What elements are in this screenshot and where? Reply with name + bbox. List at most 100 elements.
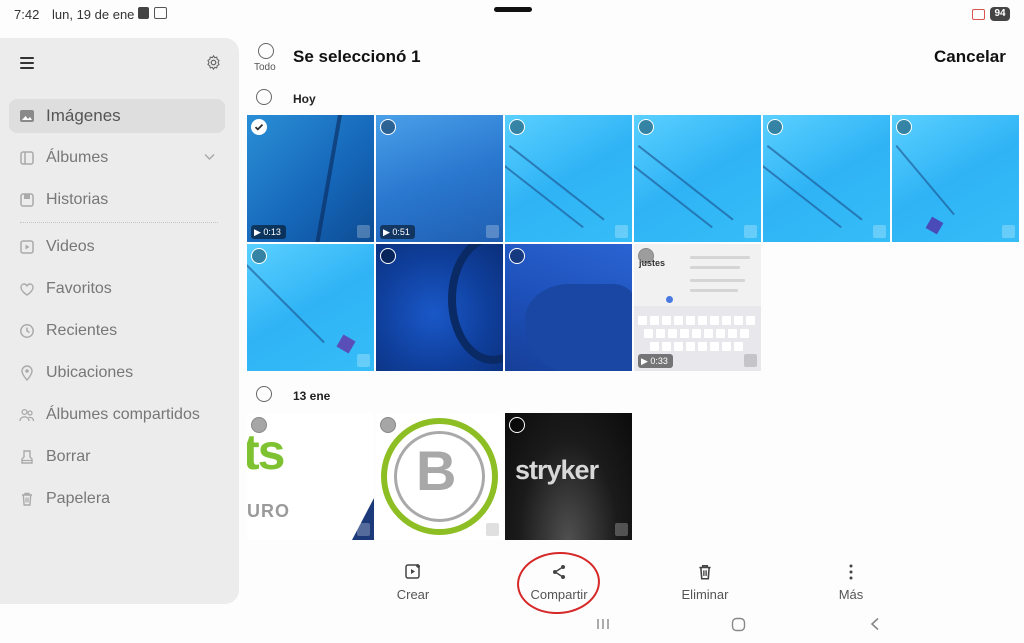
select-checkbox[interactable] (509, 248, 525, 264)
cast-icon (972, 9, 985, 20)
gallery-screen: 7:42 lun, 19 de ene 94 Imágenes Álbumes … (0, 0, 1024, 643)
logo-text: B (416, 439, 457, 502)
sidebar-item-videos[interactable]: Videos (9, 230, 225, 264)
chevron-down-icon[interactable] (204, 153, 215, 161)
sidebar-item-shared-albums[interactable]: Álbumes compartidos (9, 398, 225, 432)
clock-icon (20, 324, 34, 338)
media-tile[interactable]: B (376, 413, 503, 540)
expand-icon[interactable] (615, 523, 628, 536)
select-checkbox[interactable] (767, 119, 783, 135)
select-checkbox[interactable] (638, 248, 654, 264)
sidebar-item-favorites[interactable]: Favoritos (9, 272, 225, 306)
battery-badge: 94 (990, 7, 1010, 21)
expand-icon[interactable] (357, 225, 370, 238)
select-checkbox[interactable] (380, 417, 396, 433)
trash-icon (22, 492, 32, 506)
recent-apps-icon[interactable] (596, 617, 610, 631)
select-checkbox[interactable] (380, 119, 396, 135)
sidebar-item-locations[interactable]: Ubicaciones (9, 356, 225, 390)
section-select-checkbox[interactable] (256, 386, 272, 402)
sidebar-item-label: Borrar (46, 448, 91, 465)
home-icon[interactable] (731, 617, 746, 632)
media-tile[interactable]: stryker (505, 413, 632, 540)
media-tile[interactable] (634, 115, 761, 242)
back-icon[interactable] (869, 617, 881, 631)
image-icon (20, 110, 34, 122)
media-tile[interactable] (505, 244, 632, 371)
sidebar-item-recent[interactable]: Recientes (9, 314, 225, 348)
screen-capture-icon (154, 7, 167, 19)
sidebar-item-label: Álbumes compartidos (46, 406, 200, 423)
media-tile[interactable]: ▶ 0:51 (376, 115, 503, 242)
video-icon (20, 240, 34, 254)
sidebar-item-label: Álbumes (46, 149, 109, 166)
expand-icon[interactable] (357, 523, 370, 536)
media-tile[interactable]: ▶ 0:13 (247, 115, 374, 242)
selection-title: Se seleccionó 1 (293, 47, 421, 66)
sidebar-item-label: Favoritos (46, 280, 112, 297)
top-handle (494, 7, 532, 12)
section-select-checkbox[interactable] (256, 89, 272, 105)
sidebar-item-trash[interactable]: Papelera (9, 482, 225, 516)
more-button[interactable]: Más (811, 563, 891, 602)
expand-icon[interactable] (357, 354, 370, 367)
annotation-circle (514, 549, 603, 617)
more-vertical-icon (849, 564, 853, 580)
cancel-button[interactable]: Cancelar (934, 47, 1006, 67)
video-duration: ▶ 0:13 (251, 225, 286, 239)
select-checkbox[interactable] (251, 417, 267, 433)
sidebar-item-albums[interactable]: Álbumes (9, 141, 225, 175)
select-checkbox[interactable] (509, 417, 525, 433)
create-button[interactable]: Crear (373, 563, 453, 602)
expand-icon[interactable] (873, 225, 886, 238)
media-tile[interactable]: ts URO (247, 413, 374, 540)
sidebar-item-label: Recientes (46, 322, 118, 339)
expand-icon[interactable] (1002, 225, 1015, 238)
logo-text: stryker (515, 455, 599, 485)
menu-icon[interactable] (20, 57, 34, 69)
select-checkbox[interactable] (251, 248, 267, 264)
select-checkbox[interactable] (380, 248, 396, 264)
sidebar-item-erase[interactable]: Borrar (9, 440, 225, 474)
heart-icon (20, 283, 34, 296)
status-date: lun, 19 de ene (52, 7, 135, 22)
gear-icon[interactable] (205, 54, 222, 71)
select-checkbox[interactable] (638, 119, 654, 135)
sidebar-item-label: Papelera (46, 490, 111, 507)
expand-icon[interactable] (615, 225, 628, 238)
select-all-label: Todo (254, 62, 276, 73)
sidebar-item-images[interactable]: Imágenes (9, 99, 225, 133)
more-label: Más (838, 587, 864, 602)
select-all-checkbox[interactable] (258, 43, 274, 59)
logo-subtext: URO (247, 501, 290, 521)
sidebar-item-label: Videos (46, 238, 95, 255)
expand-icon[interactable] (744, 225, 757, 238)
select-checkbox[interactable] (896, 119, 912, 135)
sidebar-item-label: Ubicaciones (46, 364, 134, 381)
select-checkbox[interactable] (509, 119, 525, 135)
expand-icon[interactable] (486, 523, 499, 536)
sidebar-divider (20, 222, 218, 223)
location-pin-icon (21, 365, 33, 381)
sidebar-item-label: Historias (46, 191, 109, 208)
delete-label: Eliminar (681, 587, 729, 602)
section-label: 13 ene (293, 389, 331, 403)
eraser-icon (21, 450, 33, 464)
checkmark-icon[interactable] (251, 119, 267, 135)
media-tile[interactable] (505, 115, 632, 242)
sidebar-item-stories[interactable]: Historias (9, 183, 225, 217)
delete-button[interactable]: Eliminar (665, 563, 745, 602)
create-icon (405, 564, 420, 579)
status-bar: 7:42 lun, 19 de ene 94 (0, 0, 1024, 30)
media-tile[interactable] (892, 115, 1019, 242)
expand-icon[interactable] (744, 354, 757, 367)
create-label: Crear (396, 587, 430, 602)
album-icon (20, 151, 34, 165)
media-tile[interactable] (376, 244, 503, 371)
sidebar-item-label: Imágenes (46, 106, 121, 125)
media-tile[interactable] (247, 244, 374, 371)
media-tile[interactable]: justes ▶ 0:33 (634, 244, 761, 371)
sidebar: Imágenes Álbumes Historias Videos Favori… (0, 38, 239, 604)
expand-icon[interactable] (486, 225, 499, 238)
media-tile[interactable] (763, 115, 890, 242)
